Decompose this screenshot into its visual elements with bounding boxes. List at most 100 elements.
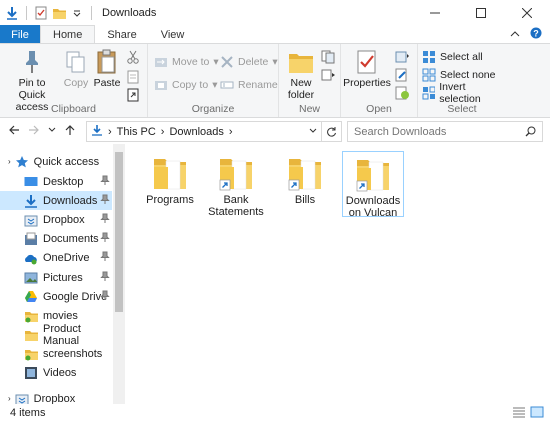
maximize-button[interactable] (458, 0, 504, 25)
address-history-dropdown-icon[interactable] (309, 126, 317, 138)
pin-icon (100, 175, 110, 188)
close-button[interactable] (504, 0, 550, 25)
file-name: Bills (294, 194, 316, 206)
file-item[interactable]: Bills (274, 151, 336, 206)
new-item-button[interactable] (321, 48, 337, 66)
copy-icon (61, 48, 91, 76)
breadcrumb-this-pc[interactable]: This PC (117, 126, 156, 138)
edit-button[interactable] (395, 66, 411, 84)
paste-button[interactable]: Paste (93, 48, 121, 89)
properties-quick-button[interactable] (33, 5, 49, 21)
organize-group: Move to ▾ Copy to ▾ Delete ▾ Rename Organiz… (148, 44, 279, 117)
customize-toolbar-dropdown[interactable] (69, 5, 85, 21)
ribbon-controls: ? (510, 25, 550, 44)
nav-item-label: Desktop (43, 175, 84, 188)
expand-icon[interactable]: › (8, 157, 11, 166)
breadcrumb-downloads[interactable]: Downloads (169, 126, 223, 138)
nav-documents[interactable]: Documents (0, 229, 112, 248)
nav-desktop[interactable]: Desktop (0, 172, 112, 191)
up-arrow-icon[interactable] (64, 124, 76, 139)
nav-scrollbar-thumb[interactable] (115, 152, 123, 312)
copy-to-button[interactable]: Copy to ▾ (154, 76, 217, 94)
star-icon (15, 155, 29, 169)
easy-access-button[interactable] (321, 66, 337, 84)
tab-file[interactable]: File (0, 25, 40, 44)
nav-google-drive[interactable]: Google Drive (0, 287, 112, 306)
move-to-button[interactable]: Move to ▾ (154, 53, 219, 71)
nav-pictures[interactable]: Pictures (0, 268, 112, 287)
paste-label: Paste (93, 77, 121, 89)
dropbox-icon (24, 213, 38, 227)
address-bar[interactable]: › This PC › Downloads › (86, 121, 322, 142)
expand-icon[interactable]: › (8, 394, 11, 403)
breadcrumb-separator-icon: › (228, 125, 233, 138)
minimize-button[interactable] (412, 0, 458, 25)
help-icon[interactable]: ? (530, 27, 542, 42)
nav-item-label: Google Drive (43, 290, 108, 303)
large-icons-view-icon[interactable] (530, 406, 544, 421)
ribbon: Pin to Quick access Copy Paste Clipboard (0, 43, 550, 118)
file-item[interactable]: Bank Statements (205, 151, 267, 218)
paste-shortcut-icon (127, 88, 139, 102)
navigation-pane: › Quick access Desktop Downloads Dropbox… (0, 144, 125, 406)
move-to-icon (155, 58, 167, 67)
properties-button[interactable]: Properties (343, 48, 391, 89)
select-all-icon (423, 51, 435, 63)
file-item[interactable]: Programs (139, 151, 201, 206)
nav-quick-access[interactable]: › Quick access (0, 152, 112, 171)
new-folder-button[interactable]: New folder (283, 48, 319, 101)
downloads-location-icon (91, 124, 103, 139)
breadcrumb-separator-icon: › (160, 125, 165, 138)
delete-icon (221, 56, 233, 68)
pin-icon (100, 251, 110, 264)
forward-arrow-icon[interactable] (28, 124, 40, 139)
svg-text:?: ? (533, 29, 539, 39)
search-input[interactable] (348, 125, 518, 138)
invert-selection-button[interactable]: Invert selection (422, 81, 506, 105)
nav-item-label: Videos (43, 366, 77, 379)
item-count: 4 items (10, 407, 46, 419)
tab-view[interactable]: View (149, 25, 197, 44)
nav-videos[interactable]: Videos (0, 363, 112, 382)
open-button[interactable] (395, 48, 411, 66)
quick-access-toolbar (0, 0, 96, 25)
nav-screenshots[interactable]: screenshots (0, 344, 112, 363)
organize-group-label: Organize (191, 103, 235, 115)
cut-button[interactable] (126, 48, 140, 66)
view-toggle (512, 406, 544, 421)
tab-home[interactable]: Home (40, 25, 96, 44)
recent-locations-icon[interactable] (48, 125, 56, 137)
back-arrow-icon[interactable] (8, 124, 20, 139)
invert-selection-icon (422, 86, 436, 100)
file-name: Downloads on Vulcan (345, 195, 401, 219)
nav-scrollbar[interactable] (113, 144, 125, 406)
search-icon[interactable] (525, 126, 536, 140)
select-all-button[interactable]: Select all (422, 48, 483, 66)
invert-selection-label: Invert selection (439, 81, 481, 105)
nav-product-manual[interactable]: Product Manual (0, 323, 112, 347)
nav-item-label: screenshots (43, 347, 103, 360)
paste-shortcut-button[interactable] (126, 86, 140, 104)
google-drive-icon (24, 290, 38, 304)
clipboard-group-label: Clipboard (51, 103, 96, 115)
copy-button[interactable]: Copy (62, 48, 90, 89)
delete-button[interactable]: Delete ▾ (220, 53, 278, 71)
download-icon (24, 194, 38, 208)
file-item[interactable]: Downloads on Vulcan (342, 151, 404, 219)
copy-path-button[interactable] (126, 68, 140, 86)
nav-onedrive[interactable]: OneDrive (0, 248, 112, 267)
nav-downloads[interactable]: Downloads (0, 191, 112, 210)
refresh-button[interactable] (322, 121, 342, 142)
folder-icon (24, 328, 38, 342)
nav-dropbox[interactable]: Dropbox (0, 210, 112, 229)
pin-icon (100, 213, 110, 226)
details-view-icon[interactable] (512, 406, 526, 421)
folder-icon (24, 347, 38, 361)
new-folder-quick-button[interactable] (51, 5, 67, 21)
tab-share[interactable]: Share (95, 25, 148, 44)
collapse-ribbon-icon[interactable] (510, 29, 520, 41)
rename-button[interactable]: Rename (220, 76, 278, 94)
history-button[interactable] (395, 84, 411, 102)
folder-icon (152, 153, 188, 191)
history-icon (395, 86, 409, 100)
